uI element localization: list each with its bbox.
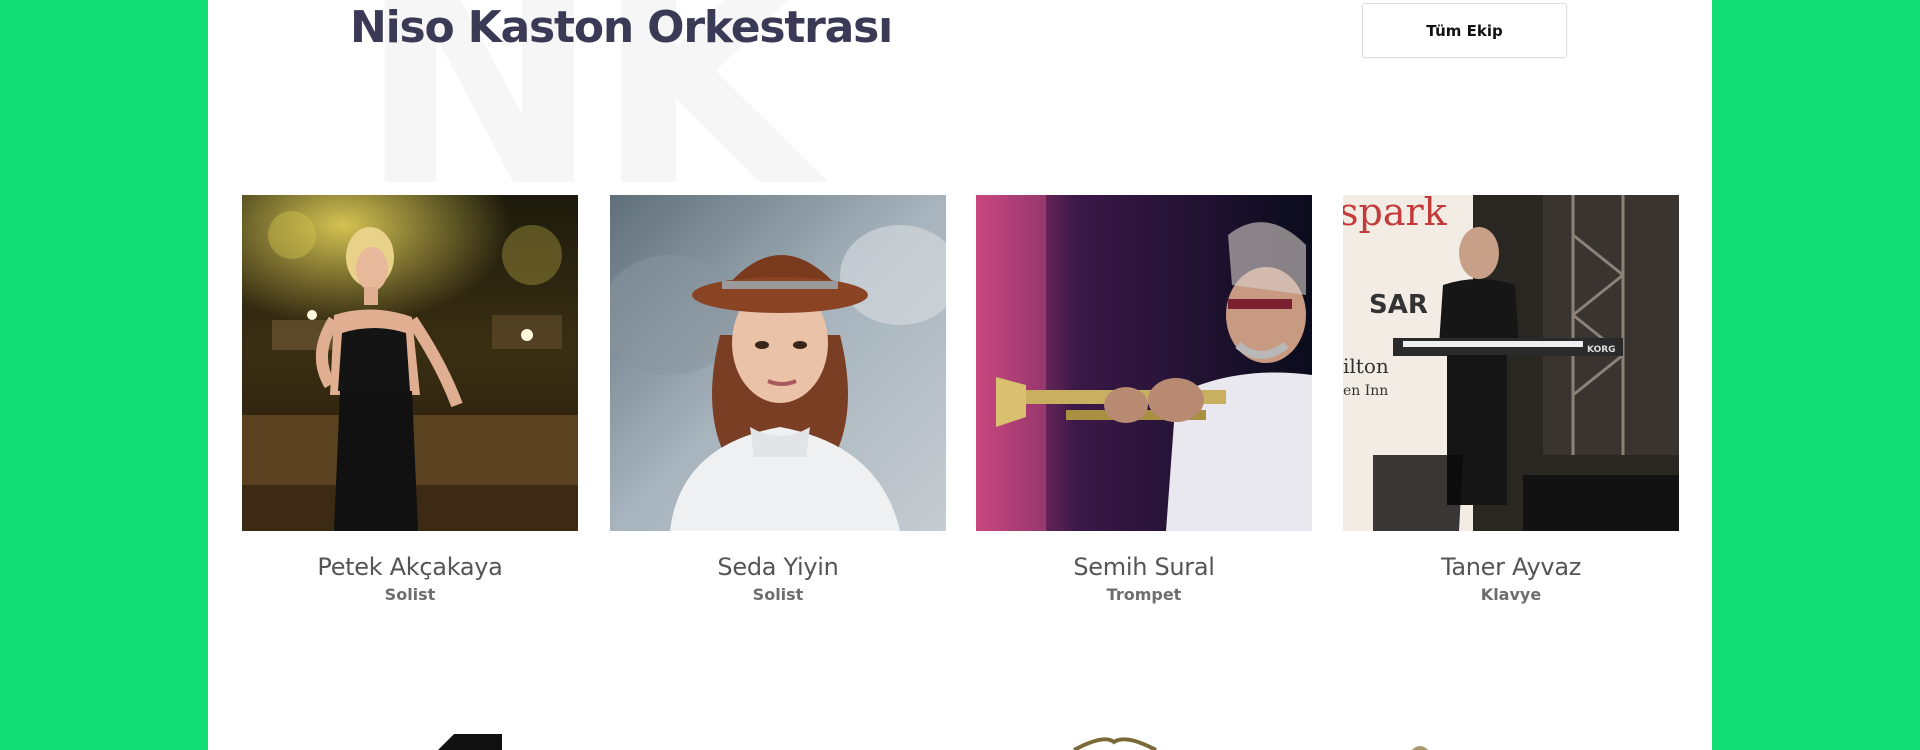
partner-logo-laurel	[1073, 737, 1157, 750]
member-name[interactable]: Petek Akçakaya	[242, 553, 578, 581]
member-photo[interactable]	[610, 195, 946, 531]
banner-hotel-sub-text: en Inn	[1343, 383, 1388, 399]
team-section: NK Niso Kaston Orkestrası Tüm Ekip Petek…	[208, 0, 1712, 750]
keyboard-brand-text: KORG	[1587, 345, 1616, 355]
member-name[interactable]: Seda Yiyin	[610, 553, 946, 581]
member-card[interactable]: Petek Akçakaya Solist	[242, 195, 578, 604]
member-role: Solist	[384, 585, 436, 604]
member-photo[interactable]	[242, 195, 578, 531]
partner-logo-dark	[438, 734, 502, 750]
banner-hotel-text: ilton	[1343, 354, 1389, 378]
member-role: Klavye	[1480, 585, 1542, 604]
member-card[interactable]: Semih Sural Trompet	[976, 195, 1312, 604]
section-title: Niso Kaston Orkestrası	[350, 2, 893, 53]
member-name[interactable]: Taner Ayvaz	[1343, 553, 1679, 581]
member-name[interactable]: Semih Sural	[976, 553, 1312, 581]
singer-night-photo	[242, 195, 578, 531]
member-photo[interactable]	[976, 195, 1312, 531]
partner-logo-crest	[1411, 746, 1429, 750]
keyboard-player-photo: spark SAR ilton en Inn KORG	[1343, 195, 1679, 531]
member-photo[interactable]: spark SAR ilton en Inn KORG	[1343, 195, 1679, 531]
member-card[interactable]: spark SAR ilton en Inn KORG Taner Ayvaz …	[1343, 195, 1679, 604]
banner-word-text: SAR	[1369, 290, 1428, 320]
banner-brand-text: spark	[1343, 195, 1448, 234]
member-card[interactable]: Seda Yiyin Solist	[610, 195, 946, 604]
member-role: Solist	[752, 585, 804, 604]
woman-hat-photo	[610, 195, 946, 531]
member-role: Trompet	[1106, 585, 1182, 604]
trumpet-player-photo	[976, 195, 1312, 531]
all-team-button[interactable]: Tüm Ekip	[1362, 3, 1567, 58]
